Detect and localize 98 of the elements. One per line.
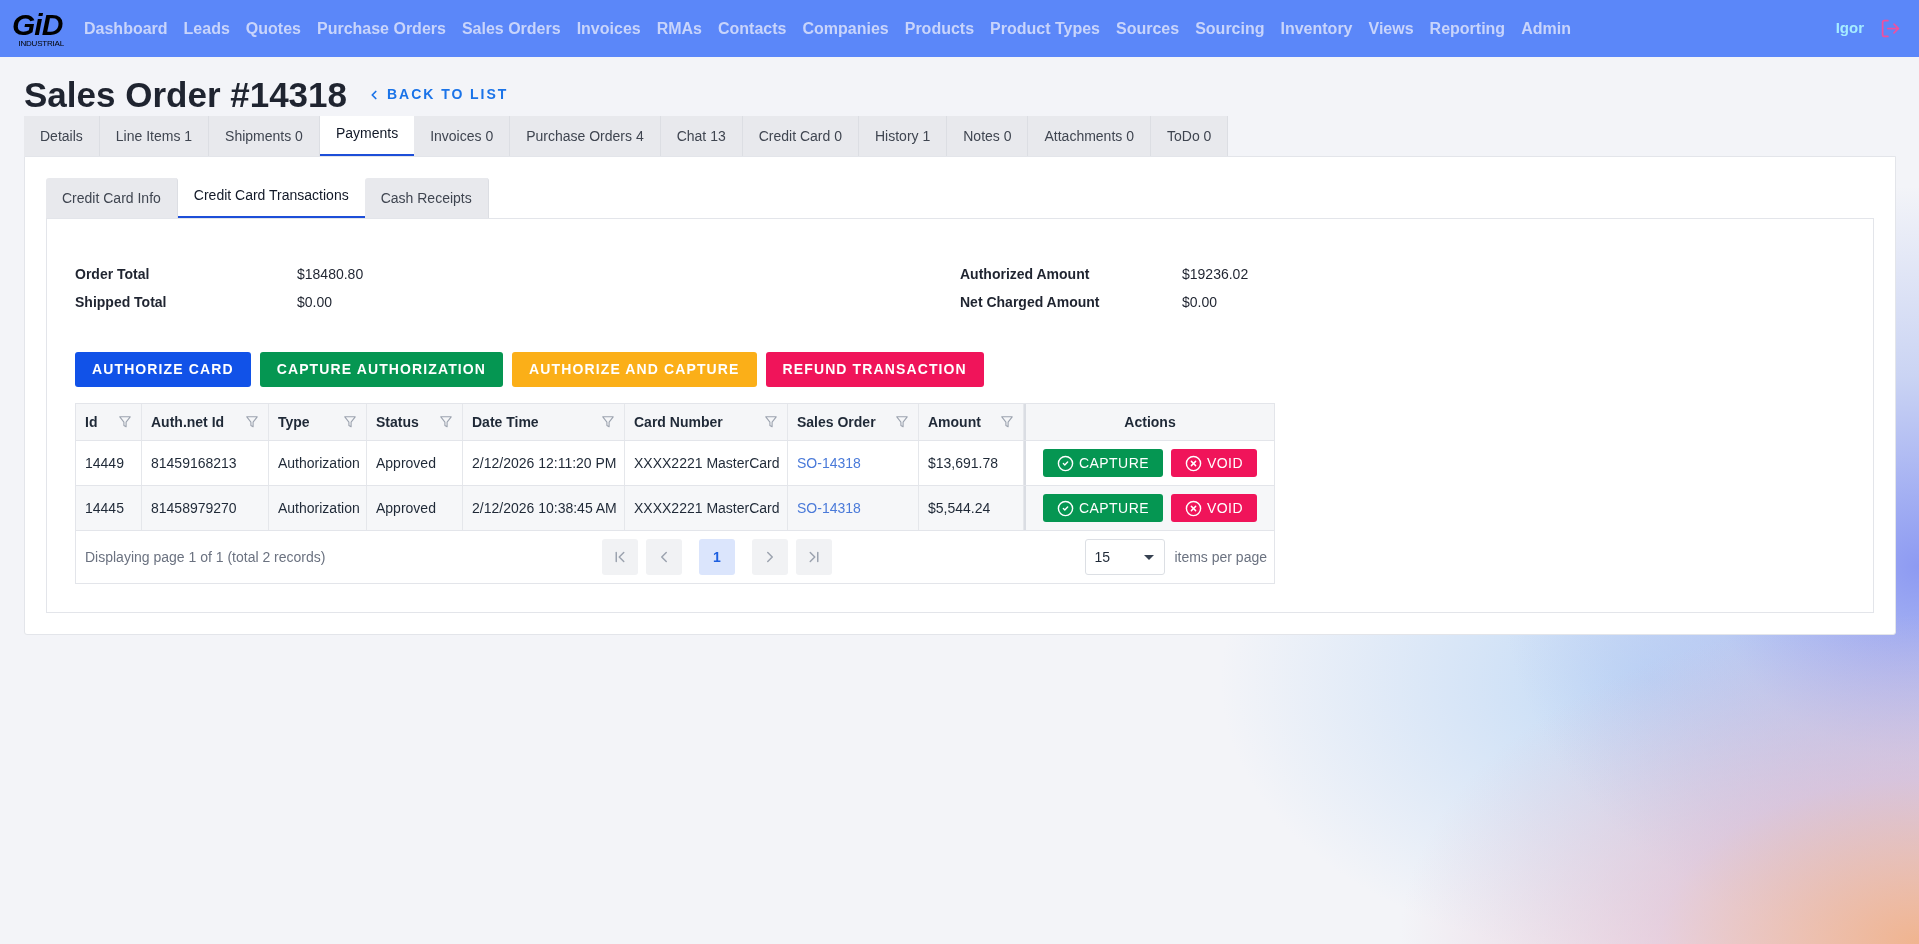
column-header[interactable]: Type <box>278 411 310 433</box>
x-circle-icon <box>1185 499 1203 517</box>
table-cell: 81459168213 <box>142 441 269 485</box>
column-header[interactable]: Auth.net Id <box>151 411 225 433</box>
nav-link[interactable]: Products <box>904 16 975 41</box>
summary-value: $0.00 <box>297 292 333 312</box>
summary-value: $0.00 <box>1182 292 1218 312</box>
tab[interactable]: Cash Receipts <box>364 178 489 218</box>
sales-order-link[interactable]: SO-14318 <box>797 497 861 519</box>
nav-link[interactable]: Companies <box>802 16 889 41</box>
sales-order-link[interactable]: SO-14318 <box>797 452 861 474</box>
nav-link[interactable]: RMAs <box>656 16 702 41</box>
page-size-select[interactable]: 15 <box>1085 539 1166 575</box>
table-cell: XXXX2221 MasterCard <box>625 486 788 530</box>
column-header[interactable]: Sales Order <box>797 411 876 433</box>
filter-icon[interactable] <box>765 416 777 428</box>
capture-button[interactable]: CAPTURE <box>1043 449 1163 477</box>
column-header[interactable]: Id <box>85 411 98 433</box>
filter-icon[interactable] <box>246 416 258 428</box>
logo-text[interactable]: GiD <box>12 9 64 40</box>
nav-link[interactable]: Sources <box>1116 16 1180 41</box>
nav-link[interactable]: Admin <box>1521 16 1571 41</box>
page-title: Sales Order #14318 <box>24 77 347 112</box>
void-button[interactable]: VOID <box>1171 494 1257 522</box>
void-button[interactable]: VOID <box>1171 449 1257 477</box>
tab[interactable]: Purchase Orders 4 <box>510 116 661 156</box>
nav-link[interactable]: Sales Orders <box>461 16 561 41</box>
table-cell: Authorization <box>269 486 367 530</box>
tab[interactable]: Line Items 1 <box>99 116 210 156</box>
page-number-button[interactable]: 1 <box>699 539 735 575</box>
column-header[interactable]: Date Time <box>472 411 539 433</box>
tab[interactable]: Credit Card Info <box>46 178 178 218</box>
check-circle-icon <box>1057 454 1075 472</box>
tab[interactable]: Credit Card 0 <box>742 116 859 156</box>
tab[interactable]: Shipments 0 <box>209 116 320 156</box>
tab[interactable]: Notes 0 <box>947 116 1029 156</box>
action-button[interactable]: CAPTURE AUTHORIZATION <box>259 352 504 387</box>
column-header[interactable]: Card Number <box>634 411 723 433</box>
summary-label: Net Charged Amount <box>960 292 1101 312</box>
summary-value: $18480.80 <box>297 264 364 284</box>
pagination-summary: Displaying page 1 of 1 (total 2 records) <box>85 549 326 565</box>
last-page-button[interactable] <box>796 539 832 575</box>
nav-link[interactable]: Purchase Orders <box>316 16 446 41</box>
check-circle-icon <box>1057 499 1075 517</box>
previous-page-button[interactable] <box>646 539 682 575</box>
filter-icon[interactable] <box>344 416 356 428</box>
nav-link[interactable]: Contacts <box>718 16 787 41</box>
column-header: Actions <box>1124 412 1176 432</box>
back-to-list-link[interactable]: BACK TO LIST <box>367 84 509 105</box>
table-cell: 14449 <box>76 441 142 485</box>
table-cell: $5,544.24 <box>919 486 1024 530</box>
x-circle-icon <box>1185 454 1203 472</box>
first-page-button[interactable] <box>602 539 638 575</box>
filter-icon[interactable] <box>602 416 614 428</box>
tab[interactable]: Attachments 0 <box>1028 116 1151 156</box>
caret-down-icon <box>1144 554 1155 560</box>
tab[interactable]: ToDo 0 <box>1151 116 1229 156</box>
column-header[interactable]: Amount <box>928 411 981 433</box>
items-per-page-label: items per page <box>1174 547 1267 567</box>
tab[interactable]: Payments <box>319 116 415 156</box>
nav-link[interactable]: Views <box>1368 16 1414 41</box>
table-cell: 2/12/2026 12:11:20 PM <box>463 441 625 485</box>
user-name-link[interactable]: Igor <box>1835 17 1864 40</box>
table-cell: Approved <box>367 441 463 485</box>
summary-label: Shipped Total <box>75 292 168 312</box>
tab[interactable]: Invoices 0 <box>414 116 511 156</box>
summary-value: $19236.02 <box>1182 264 1249 284</box>
tab[interactable]: Chat 13 <box>660 116 743 156</box>
summary-label: Order Total <box>75 264 151 284</box>
table-cell: Authorization <box>269 441 367 485</box>
table-cell: 81458979270 <box>142 486 269 530</box>
logout-icon[interactable] <box>1880 18 1901 39</box>
summary-label: Authorized Amount <box>960 264 1091 284</box>
nav-link[interactable]: Quotes <box>245 16 301 41</box>
column-header[interactable]: Status <box>376 411 419 433</box>
logo-subtitle: INDUSTRIAL <box>18 39 64 48</box>
nav-link[interactable]: Invoices <box>576 16 641 41</box>
nav-link[interactable]: Reporting <box>1429 16 1506 41</box>
table-cell: 2/12/2026 10:38:45 AM <box>463 486 625 530</box>
tab[interactable]: History 1 <box>859 116 948 156</box>
filter-icon[interactable] <box>440 416 452 428</box>
table-cell: XXXX2221 MasterCard <box>625 441 788 485</box>
nav-link[interactable]: Product Types <box>990 16 1100 41</box>
nav-link[interactable]: Dashboard <box>84 16 168 41</box>
nav-link[interactable]: Sourcing <box>1195 16 1265 41</box>
nav-link[interactable]: Leads <box>183 16 230 41</box>
action-button[interactable]: AUTHORIZE CARD <box>75 352 251 387</box>
filter-icon[interactable] <box>896 416 908 428</box>
filter-icon[interactable] <box>119 416 131 428</box>
tab[interactable]: Details <box>24 116 100 156</box>
action-button[interactable]: REFUND TRANSACTION <box>765 352 984 387</box>
capture-button[interactable]: CAPTURE <box>1043 494 1163 522</box>
table-cell: Approved <box>367 486 463 530</box>
filter-icon[interactable] <box>1001 416 1013 428</box>
table-cell: 14445 <box>76 486 142 530</box>
table-cell: $13,691.78 <box>919 441 1024 485</box>
next-page-button[interactable] <box>752 539 788 575</box>
nav-link[interactable]: Inventory <box>1280 16 1353 41</box>
